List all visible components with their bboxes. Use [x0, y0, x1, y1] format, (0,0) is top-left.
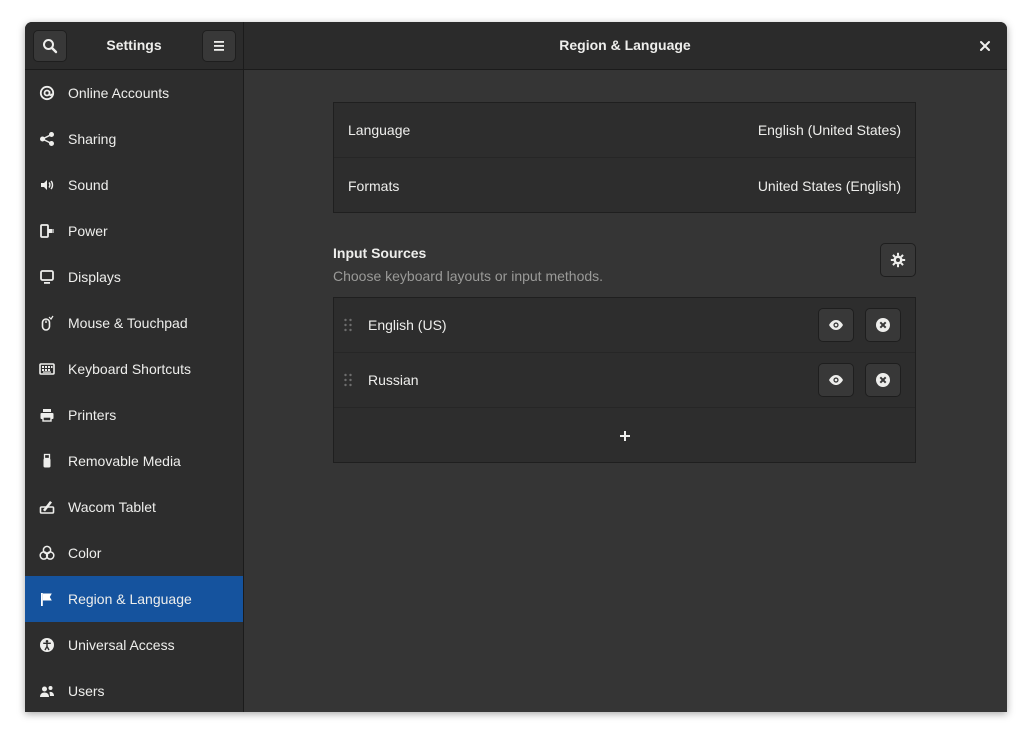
formats-row[interactable]: Formats United States (English)	[334, 158, 915, 213]
input-source-label: Russian	[368, 372, 419, 388]
sidebar-item-removable-media[interactable]: Removable Media	[25, 438, 243, 484]
sidebar-item-label: Color	[68, 545, 102, 561]
settings-window: Settings Region & Language Online Accoun	[25, 22, 1007, 712]
sidebar: Online Accounts Sharing Sound Power Disp…	[25, 70, 244, 712]
remove-source-button[interactable]	[865, 308, 901, 342]
speaker-icon	[39, 177, 55, 193]
formats-label: Formats	[348, 177, 400, 194]
sidebar-item-displays[interactable]: Displays	[25, 254, 243, 300]
sidebar-item-universal-access[interactable]: Universal Access	[25, 622, 243, 668]
usb-icon	[39, 453, 55, 469]
menu-button[interactable]	[202, 30, 236, 62]
sidebar-item-region-language[interactable]: Region & Language	[25, 576, 243, 622]
flag-icon	[39, 591, 55, 607]
sidebar-item-sound[interactable]: Sound	[25, 162, 243, 208]
users-icon	[39, 683, 55, 699]
sidebar-item-sharing[interactable]: Sharing	[25, 116, 243, 162]
sidebar-item-label: Users	[68, 683, 105, 699]
sidebar-item-label: Power	[68, 223, 108, 239]
accessibility-icon	[39, 637, 55, 653]
remove-circle-icon	[876, 318, 890, 332]
sidebar-item-label: Removable Media	[68, 453, 181, 469]
sidebar-item-online-accounts[interactable]: Online Accounts	[25, 70, 243, 116]
hamburger-icon	[214, 41, 224, 51]
language-value: English (United States)	[757, 122, 901, 138]
preview-layout-button[interactable]	[818, 363, 854, 397]
sidebar-item-label: Displays	[68, 269, 121, 285]
content-area: Language English (United States) Formats…	[244, 70, 1007, 712]
at-icon	[39, 85, 55, 101]
sidebar-item-power[interactable]: Power	[25, 208, 243, 254]
language-row[interactable]: Language English (United States)	[334, 103, 915, 158]
remove-circle-icon	[876, 373, 890, 387]
header-bar: Settings Region & Language	[25, 22, 1007, 70]
share-icon	[39, 131, 55, 147]
display-icon	[39, 269, 55, 285]
plus-icon	[619, 430, 630, 441]
sidebar-item-label: Keyboard Shortcuts	[68, 361, 191, 377]
sidebar-item-label: Wacom Tablet	[68, 499, 156, 515]
sidebar-item-users[interactable]: Users	[25, 668, 243, 712]
printer-icon	[39, 407, 55, 423]
eye-icon	[829, 320, 843, 330]
formats-value: United States (English)	[757, 177, 901, 194]
remove-source-button[interactable]	[865, 363, 901, 397]
input-sources-frame: English (US) Russian	[333, 297, 916, 463]
sidebar-item-keyboard-shortcuts[interactable]: Keyboard Shortcuts	[25, 346, 243, 392]
drag-handle-icon[interactable]	[343, 317, 353, 333]
color-circles-icon	[39, 545, 55, 561]
sidebar-item-color[interactable]: Color	[25, 530, 243, 576]
sidebar-item-wacom-tablet[interactable]: Wacom Tablet	[25, 484, 243, 530]
gear-icon	[890, 252, 906, 268]
region-frame: Language English (United States) Formats…	[333, 102, 916, 213]
sidebar-item-label: Sharing	[68, 131, 117, 147]
sidebar-item-label: Universal Access	[68, 637, 175, 653]
sidebar-header: Settings	[25, 22, 244, 69]
sidebar-item-label: Sound	[68, 177, 109, 193]
keyboard-icon	[39, 361, 55, 377]
language-label: Language	[348, 122, 411, 138]
tablet-icon	[39, 499, 55, 515]
drag-handle-icon[interactable]	[343, 372, 353, 388]
input-sources-subtitle: Choose keyboard layouts or input methods…	[333, 268, 604, 284]
page-title: Region & Language	[559, 37, 691, 53]
eye-icon	[829, 375, 843, 385]
close-icon	[980, 41, 990, 51]
power-plug-icon	[39, 223, 55, 239]
preview-layout-button[interactable]	[818, 308, 854, 342]
sidebar-item-mouse-touchpad[interactable]: Mouse & Touchpad	[25, 300, 243, 346]
sidebar-item-printers[interactable]: Printers	[25, 392, 243, 438]
sidebar-item-label: Printers	[68, 407, 117, 423]
input-source-label: English (US)	[368, 317, 447, 333]
input-source-row[interactable]: Russian	[334, 353, 915, 408]
sidebar-item-label: Online Accounts	[68, 85, 170, 101]
input-sources-options-button[interactable]	[880, 243, 916, 277]
sidebar-item-label: Mouse & Touchpad	[68, 315, 188, 331]
input-sources-title: Input Sources	[333, 245, 427, 261]
close-button[interactable]	[973, 34, 997, 58]
mouse-icon	[39, 315, 55, 331]
add-input-source-button[interactable]	[334, 408, 915, 463]
input-source-row[interactable]: English (US)	[334, 298, 915, 353]
sidebar-item-label: Region & Language	[68, 591, 192, 607]
